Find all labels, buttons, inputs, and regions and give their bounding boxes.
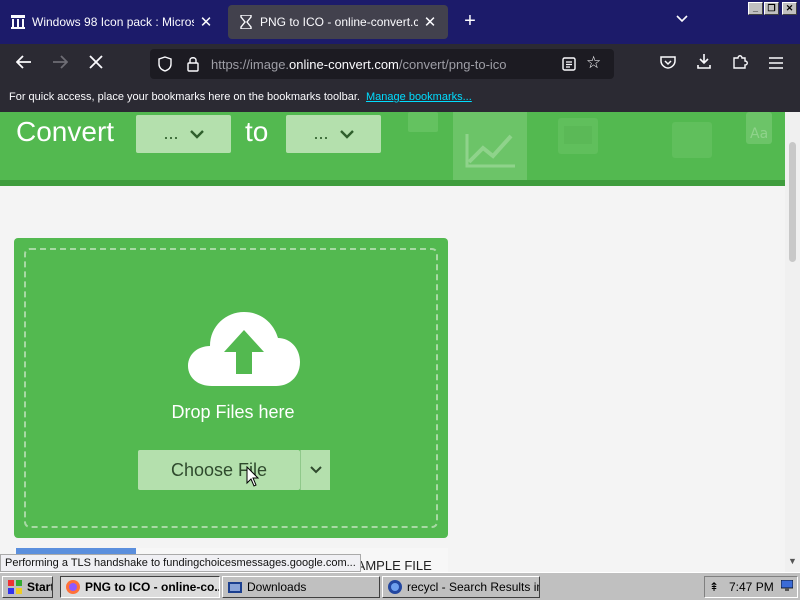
- scrollbar-thumb[interactable]: [789, 142, 796, 262]
- page-content: Convert ... to ... Aa Drop Files here Ch…: [0, 112, 785, 572]
- svg-text:Aa: Aa: [750, 126, 768, 142]
- url-path: /convert/png-to-ico: [398, 57, 507, 72]
- hero-progress-strip: [0, 180, 785, 186]
- search-results-icon: [388, 580, 402, 594]
- file-bg-icon: [672, 122, 712, 158]
- extensions-icon[interactable]: [727, 52, 753, 76]
- font-bg-icon: Aa: [746, 112, 772, 144]
- menu-icon[interactable]: [763, 52, 789, 76]
- network-icon[interactable]: [780, 579, 794, 595]
- tab-strip: Windows 98 Icon pack : Microsoft ✕ PNG t…: [0, 0, 800, 44]
- mouse-cursor-icon: [246, 466, 260, 487]
- tab-windows98-icon-pack[interactable]: Windows 98 Icon pack : Microsoft ✕: [0, 5, 224, 39]
- to-format-value: ...: [313, 123, 329, 143]
- status-tooltip: Performing a TLS handshake to fundingcho…: [0, 554, 361, 572]
- url-text[interactable]: https://image.online-convert.com/convert…: [211, 57, 507, 72]
- tab-title: Windows 98 Icon pack : Microsoft: [32, 15, 194, 29]
- bookmarks-hint: For quick access, place your bookmarks h…: [9, 91, 360, 103]
- restore-button[interactable]: ❐: [764, 2, 779, 15]
- system-tray: ⇞ 7:47 PM: [704, 576, 798, 598]
- url-host: online-convert.com: [289, 57, 399, 72]
- taskbar: Start PNG to ICO - online-co... Download…: [0, 572, 800, 600]
- close-icon[interactable]: ✕: [418, 13, 442, 31]
- task-label: recycl - Search Results in...: [407, 580, 540, 594]
- tab-png-to-ico[interactable]: PNG to ICO - online-convert.com ✕: [228, 5, 448, 39]
- new-tab-button[interactable]: +: [458, 10, 482, 34]
- taskbar-item-search[interactable]: recycl - Search Results in...: [382, 576, 540, 598]
- chevron-down-icon: [339, 130, 354, 139]
- navigation-toolbar: https://image.online-convert.com/convert…: [0, 44, 800, 84]
- chart-bg-icon: [453, 112, 527, 182]
- drop-zone[interactable]: Drop Files here Choose File: [24, 248, 438, 528]
- taskbar-item-downloads[interactable]: Downloads: [222, 576, 380, 598]
- document-bg-icon: [408, 112, 438, 132]
- image-bg-icon: [558, 118, 598, 154]
- shield-icon[interactable]: [158, 56, 172, 72]
- hero-banner: Convert ... to ... Aa: [0, 112, 785, 186]
- url-bar[interactable]: https://image.online-convert.com/convert…: [150, 49, 614, 79]
- folder-icon: [228, 582, 242, 593]
- start-label: Start: [27, 580, 53, 594]
- from-format-value: ...: [163, 123, 179, 143]
- from-format-select[interactable]: ...: [136, 115, 231, 153]
- manage-bookmarks-link[interactable]: Manage bookmarks...: [366, 91, 472, 103]
- chevron-down-icon[interactable]: [676, 12, 688, 26]
- bookmarks-toolbar: For quick access, place your bookmarks h…: [0, 84, 800, 112]
- stop-button[interactable]: [83, 52, 109, 76]
- choose-file-button[interactable]: Choose File: [138, 450, 300, 490]
- library-icon: [10, 14, 26, 30]
- choose-file-dropdown[interactable]: [300, 450, 330, 490]
- pocket-icon[interactable]: [655, 52, 681, 76]
- forward-button[interactable]: [47, 52, 73, 76]
- back-button[interactable]: [11, 52, 37, 76]
- minimize-button[interactable]: _: [748, 2, 763, 15]
- page-scrollbar[interactable]: ▼: [785, 112, 800, 572]
- upload-card: Drop Files here Choose File: [14, 238, 448, 538]
- to-label: to: [245, 116, 269, 147]
- taskbar-item-firefox[interactable]: PNG to ICO - online-co...: [60, 576, 220, 598]
- start-button[interactable]: Start: [2, 576, 53, 598]
- chevron-down-icon: [189, 130, 204, 139]
- task-label: Downloads: [247, 580, 307, 594]
- reader-view-icon[interactable]: [562, 57, 576, 71]
- close-icon[interactable]: ✕: [194, 13, 218, 31]
- firefox-icon: [66, 580, 80, 594]
- cloud-upload-icon: [188, 312, 300, 386]
- windows-logo-icon: [8, 580, 22, 594]
- bookmark-star-icon[interactable]: ☆: [586, 53, 601, 73]
- drop-files-text: Drop Files here: [171, 402, 295, 422]
- chevron-down-icon: [309, 466, 322, 474]
- tab-title: PNG to ICO - online-convert.com: [260, 15, 418, 29]
- lock-icon[interactable]: [186, 56, 200, 72]
- tray-arrow-icon[interactable]: ⇞: [709, 580, 719, 594]
- hourglass-icon: [238, 14, 254, 30]
- hero-title: Convert: [16, 116, 115, 147]
- clock[interactable]: 7:47 PM: [729, 580, 774, 594]
- url-prefix: https://image.: [211, 57, 290, 72]
- close-window-button[interactable]: ✕: [782, 2, 797, 15]
- scroll-down-icon[interactable]: ▼: [788, 556, 797, 566]
- to-format-select[interactable]: ...: [286, 115, 381, 153]
- downloads-icon[interactable]: [691, 52, 717, 76]
- task-label: PNG to ICO - online-co...: [85, 580, 220, 594]
